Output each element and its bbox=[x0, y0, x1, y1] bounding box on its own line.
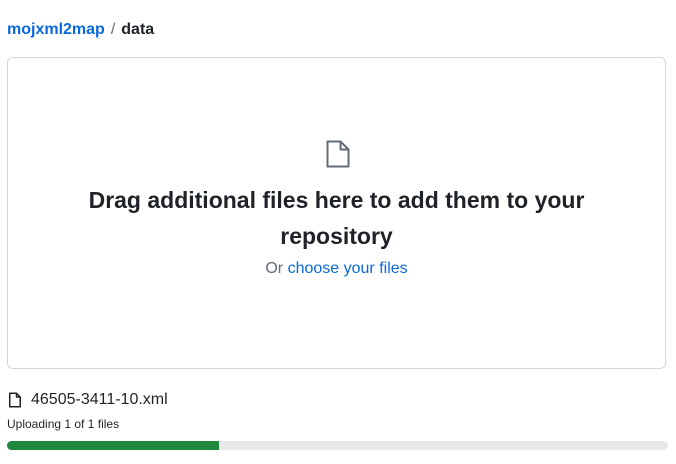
uploading-file-row: 46505-3411-10.xml bbox=[7, 389, 168, 411]
breadcrumb-repo-link[interactable]: mojxml2map bbox=[7, 19, 105, 41]
dropzone-heading: Drag additional files here to add them t… bbox=[88, 187, 585, 249]
dropzone-or-text: Or bbox=[265, 260, 284, 277]
dropzone-subtext: Or choose your files bbox=[8, 258, 665, 280]
uploading-filename: 46505-3411-10.xml bbox=[31, 391, 168, 408]
upload-page: mojxml2map / data Drag additional files … bbox=[0, 0, 676, 464]
file-icon bbox=[326, 140, 350, 168]
breadcrumb-current-folder: data bbox=[121, 21, 155, 38]
upload-status-text: Uploading 1 of 1 files bbox=[7, 417, 120, 431]
upload-progress-fill bbox=[7, 441, 219, 450]
choose-files-link[interactable]: choose your files bbox=[288, 260, 408, 277]
upload-progress-bar bbox=[7, 441, 668, 450]
breadcrumb-separator: / bbox=[110, 21, 116, 38]
file-icon bbox=[9, 392, 21, 408]
file-dropzone[interactable]: Drag additional files here to add them t… bbox=[7, 57, 666, 369]
breadcrumb: mojxml2map / data bbox=[7, 19, 154, 41]
